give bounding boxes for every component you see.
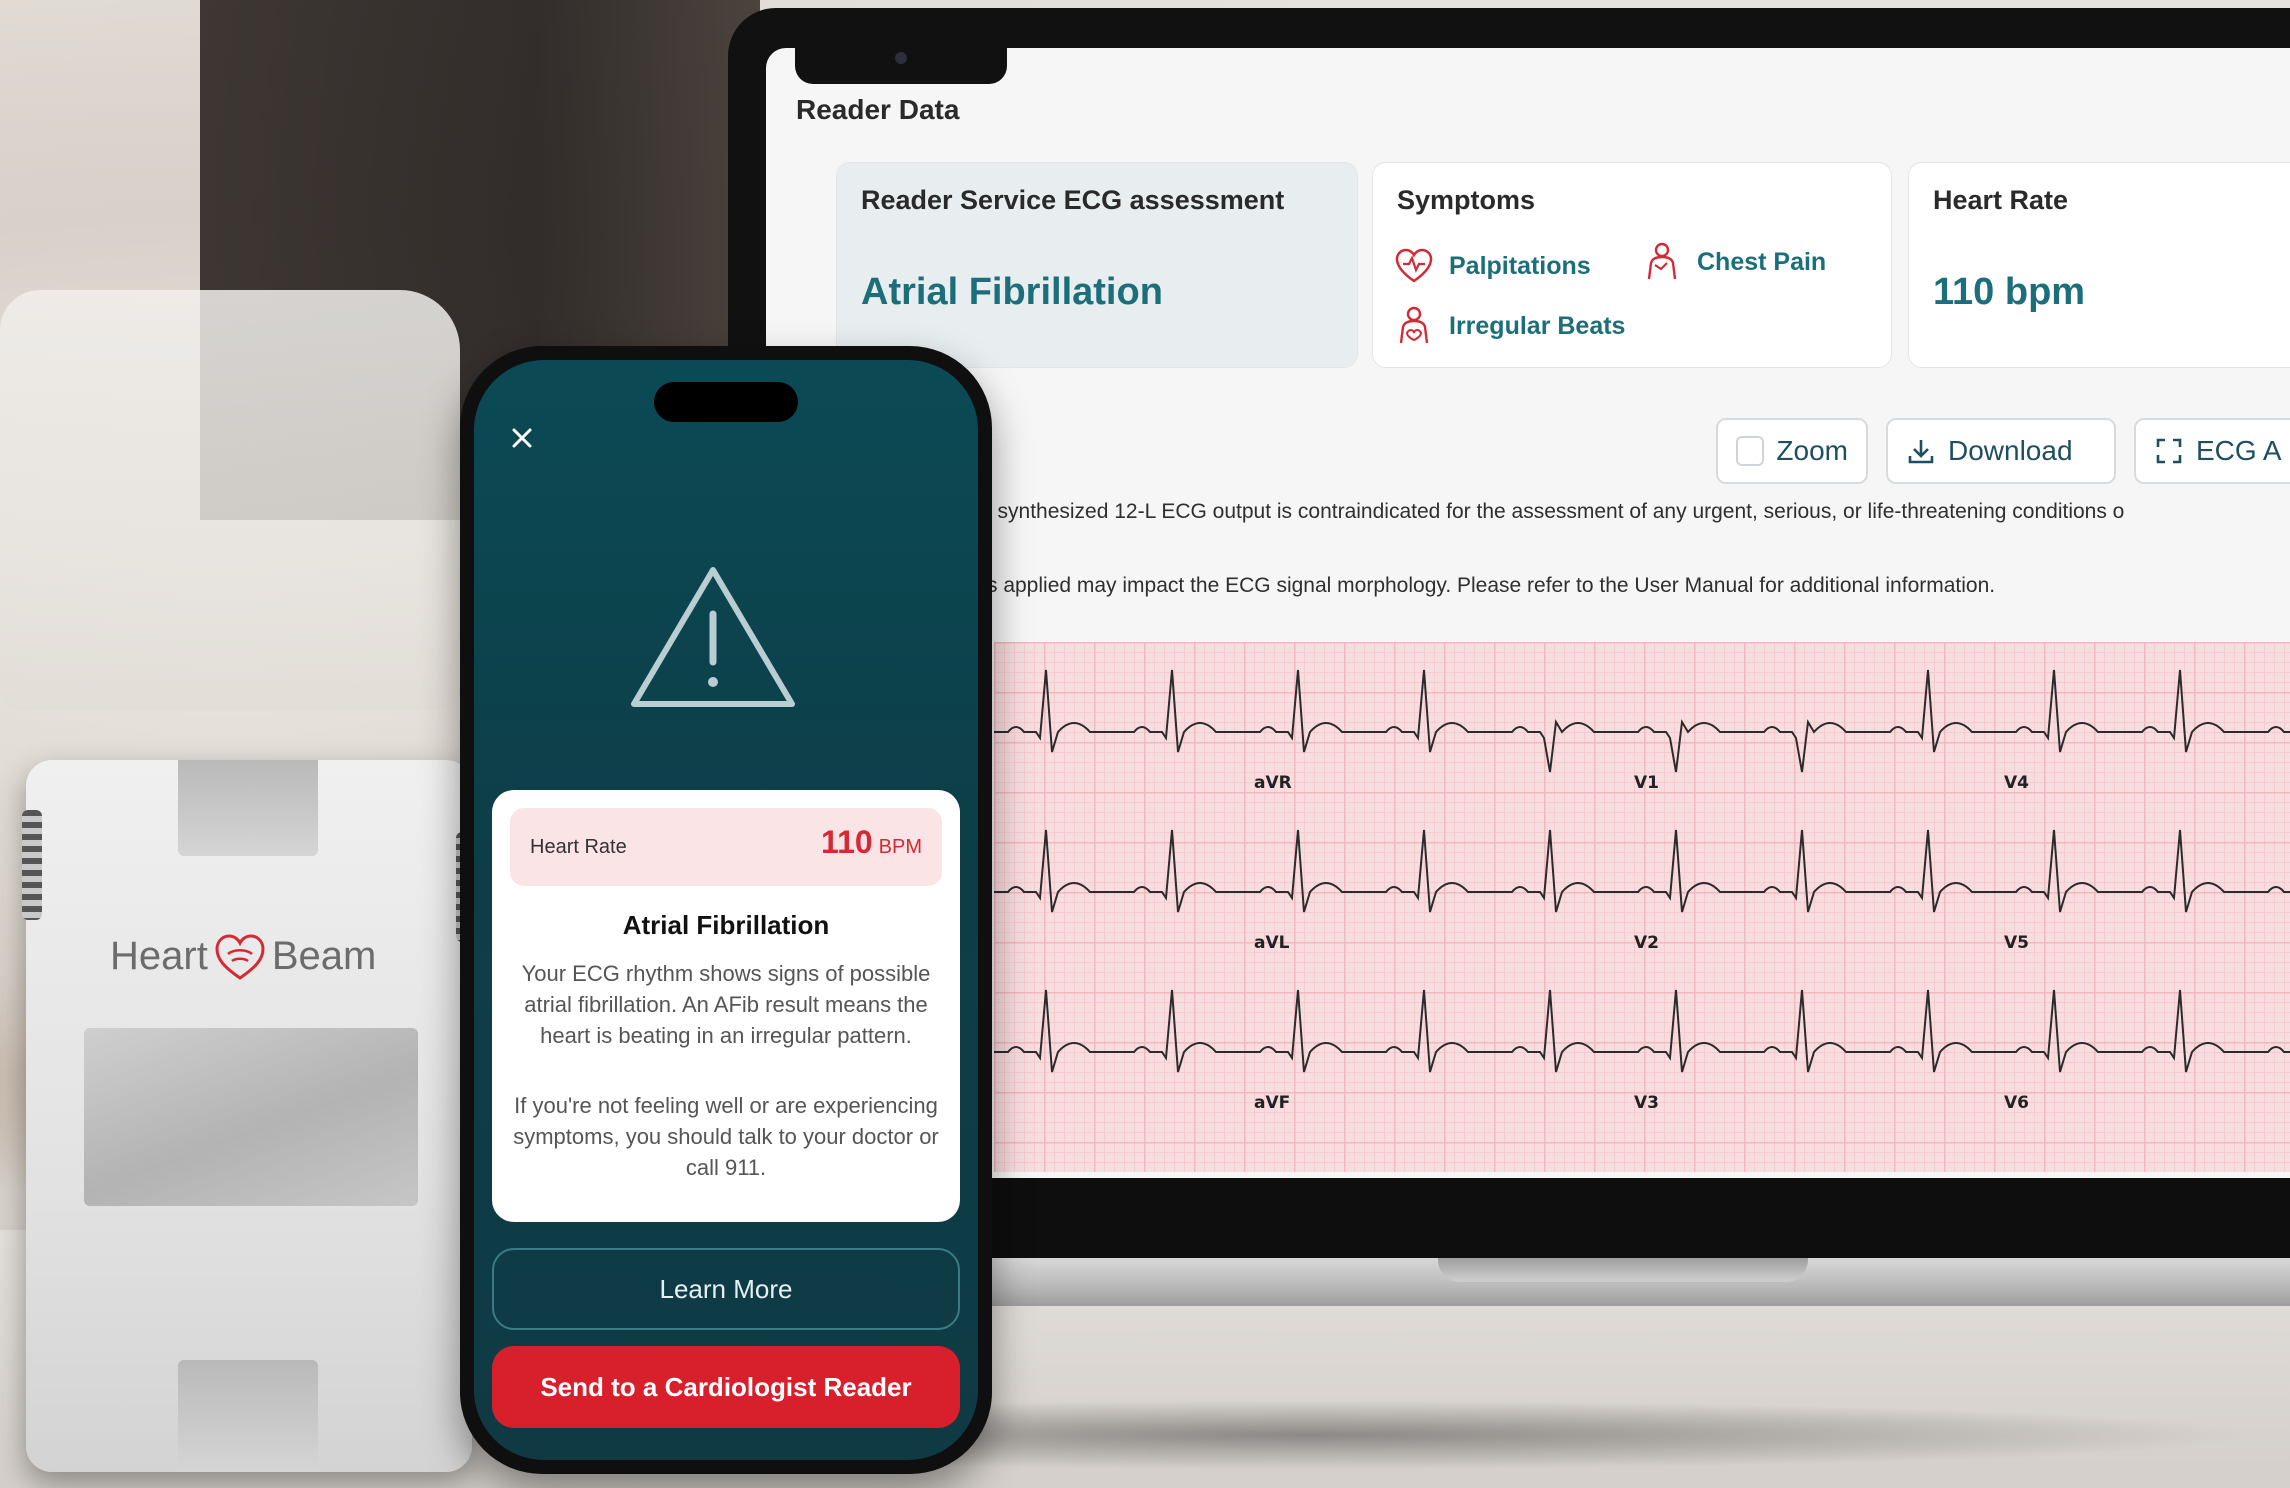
symptom-item-palpitations: Palpitations	[1393, 245, 1591, 287]
heart-rate-label: Heart Rate	[530, 836, 627, 858]
ecg-lead-label: V5	[2004, 933, 2029, 953]
symptoms-label: Symptoms	[1397, 185, 1536, 215]
send-to-cardiologist-button[interactable]: Send to a Cardiologist Reader	[492, 1346, 960, 1428]
ecg-lead-label: V2	[1634, 933, 1659, 953]
ecg-all-button[interactable]: ECG A	[2134, 418, 2290, 484]
heart-pulse-icon	[1395, 248, 1433, 283]
heart-rate-row: Heart Rate 110 BPM	[510, 808, 942, 886]
symptom-label: Irregular Beats	[1449, 311, 1626, 340]
disclaimer-line-1: e synthesized 12-L ECG output is contrai…	[980, 500, 2125, 523]
ecg-waveforms: aVR V1 V4 aVL V2 V5 aVF V3 V6	[994, 669, 2290, 1113]
symptom-label: Chest Pain	[1697, 247, 1827, 276]
download-label: Download	[1948, 435, 2073, 466]
dynamic-island	[654, 382, 798, 422]
heart-rate-value: 110 BPM	[821, 824, 922, 861]
advice-text: If you're not feeling well or are experi…	[513, 1093, 939, 1180]
ecg-lead-label: aVF	[1254, 1093, 1290, 1113]
learn-more-button[interactable]: Learn More	[492, 1248, 960, 1330]
ecg-lead-label: V4	[2004, 773, 2029, 793]
ecg-trace	[994, 829, 2290, 913]
ecg-trace	[994, 989, 2290, 1073]
ecg-lead-label: aVR	[1254, 773, 1292, 793]
ecg-lead-label: V3	[1634, 1093, 1659, 1113]
brand-text-2: Beam	[271, 933, 377, 978]
warning-triangle-icon	[631, 567, 795, 707]
ecg-lead-label: V6	[2004, 1093, 2029, 1113]
laptop-lip	[1438, 1258, 1808, 1282]
download-button[interactable]: Download	[1886, 418, 2116, 484]
camera-icon	[895, 52, 907, 64]
heart-rate-unit: BPM	[878, 836, 922, 858]
heart-rate-label: Heart Rate	[1933, 185, 2069, 215]
chest-pain-icon	[1647, 242, 1677, 280]
symptom-label: Palpitations	[1449, 251, 1591, 280]
heart-rate-card: Heart Rate 110 bpm	[1908, 162, 2290, 368]
zoom-toggle[interactable]: Zoom	[1716, 418, 1868, 484]
heartbeam-device: Heart Beam	[22, 760, 476, 1472]
assessment-label: Reader Service ECG assessment	[861, 185, 1285, 215]
assessment-card: Reader Service ECG assessment Atrial Fib…	[836, 162, 1358, 368]
result-title: Atrial Fibrillation	[622, 910, 830, 940]
disclaimer-line-2: rs applied may impact the ECG signal mor…	[980, 574, 1996, 597]
ecg-lead-label: V1	[1634, 773, 1659, 793]
device-bottom-tab	[178, 1360, 318, 1472]
symptoms-card: Symptoms Palpitations Chest Pain Irregul…	[1372, 162, 1892, 368]
heart-rate-number: 110	[821, 824, 873, 860]
laptop-base	[988, 1258, 2290, 1306]
phone: Heart Rate 110 BPM Atrial Fibrillation Yo…	[460, 346, 992, 1474]
brand-text-1: Heart	[110, 933, 208, 978]
close-icon[interactable]	[502, 418, 542, 458]
ecg-all-label: ECG A	[2196, 435, 2282, 466]
device-sensor-pad	[84, 1028, 418, 1206]
symptom-item-irregular-beats: Irregular Beats	[1393, 305, 1625, 347]
phone-screen: Heart Rate 110 BPM Atrial Fibrillation Yo…	[474, 360, 978, 1460]
zoom-label: Zoom	[1776, 435, 1848, 466]
download-icon	[1908, 440, 1934, 464]
result-card: Heart Rate 110 BPM Atrial Fibrillation Yo…	[492, 790, 960, 1222]
heart-rate-value: 110 bpm	[1933, 271, 2086, 313]
result-description: Your ECG rhythm shows signs of possible …	[521, 961, 931, 1048]
heartbeam-logo: Heart Beam	[110, 930, 376, 982]
device-top-tab	[178, 760, 318, 856]
zoom-checkbox[interactable]	[1736, 436, 1765, 466]
ecg-lead-label: aVL	[1254, 933, 1290, 953]
assessment-value: Atrial Fibrillation	[861, 271, 1163, 313]
expand-icon	[2156, 438, 2182, 464]
device-left-grip	[22, 810, 42, 920]
heart-wave-icon	[215, 934, 265, 980]
ecg-trace	[994, 669, 2290, 773]
laptop-notch	[795, 40, 1007, 84]
ecg-strip: aVR V1 V4 aVL V2 V5 aVF V3 V6	[994, 642, 2290, 1172]
symptom-item-chest-pain: Chest Pain	[1641, 241, 1826, 283]
background-chair	[0, 290, 460, 710]
irregular-beats-icon	[1399, 306, 1429, 344]
section-title: Reader Data	[796, 94, 960, 125]
